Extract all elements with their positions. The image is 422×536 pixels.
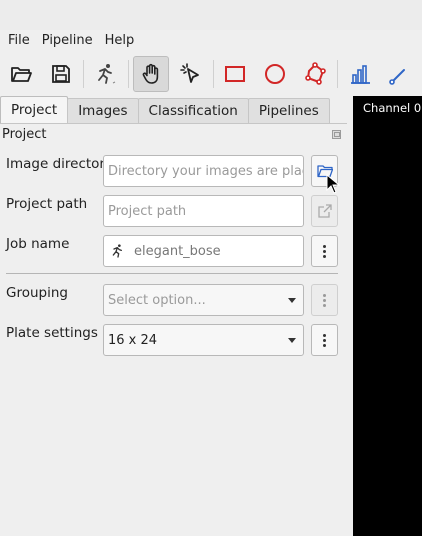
tab-project[interactable]: Project: [0, 96, 69, 123]
plate-settings-value: 16 x 24: [108, 332, 158, 348]
run-icon: [112, 244, 122, 258]
plate-settings-options-button[interactable]: [311, 324, 338, 356]
polygon-tool-button[interactable]: [297, 56, 333, 92]
project-path-input[interactable]: Project path: [103, 195, 304, 227]
title-bar: [0, 0, 422, 30]
pane-title: Project: [2, 127, 47, 142]
app-window: File Pipeline Help Project Images Classi…: [0, 0, 422, 536]
channel-label: Channel 0: [363, 101, 422, 115]
job-name-input[interactable]: elegant_bose: [103, 235, 304, 267]
menu-bar: File Pipeline Help: [0, 30, 422, 51]
menu-help[interactable]: Help: [99, 31, 141, 50]
chevron-down-icon: [288, 338, 296, 343]
open-folder-button[interactable]: [3, 56, 39, 92]
project-pane: Project Image directory Directory your i…: [0, 123, 347, 536]
plate-settings-select[interactable]: 16 x 24: [103, 324, 304, 356]
project-path-row: Project path Project path: [6, 195, 338, 227]
toolbar-separator: [82, 60, 84, 88]
grouping-select[interactable]: Select option...: [103, 284, 304, 316]
open-folder-icon: [11, 67, 32, 82]
tab-images[interactable]: Images: [67, 98, 139, 123]
plate-settings-row: Plate settings 16 x 24: [6, 324, 338, 356]
pan-tool-button[interactable]: [132, 56, 169, 92]
more-options-icon: [323, 244, 326, 258]
menu-file[interactable]: File: [2, 31, 36, 50]
chart-button[interactable]: [342, 56, 378, 92]
save-icon: [51, 65, 70, 83]
external-link-icon: [317, 204, 332, 218]
tab-bar: Project Images Classification Pipelines: [0, 96, 330, 123]
pan-hand-icon: [142, 63, 158, 84]
job-name-row: Job name elegant_bose: [6, 235, 338, 267]
ellipse-icon: [265, 64, 286, 84]
float-pane-button[interactable]: [332, 130, 341, 139]
project-path-label: Project path: [6, 196, 88, 212]
job-name-value: elegant_bose: [134, 243, 221, 259]
select-tool-button[interactable]: [173, 56, 209, 92]
grouping-label: Grouping: [6, 285, 68, 301]
open-external-button[interactable]: [311, 195, 338, 227]
ellipse-tool-button[interactable]: [257, 56, 293, 92]
rectangle-icon: [225, 66, 246, 82]
run-button[interactable]: [88, 56, 124, 92]
bar-chart-icon: [351, 65, 371, 84]
toolbar-separator: [337, 60, 339, 88]
polygon-icon: [305, 62, 327, 85]
job-name-label: Job name: [6, 236, 70, 252]
image-viewer[interactable]: Channel 0: [353, 96, 422, 536]
rectangle-tool-button[interactable]: [218, 56, 254, 92]
menu-pipeline[interactable]: Pipeline: [36, 31, 99, 50]
tab-classification[interactable]: Classification: [137, 98, 249, 123]
toolbar-separator: [212, 60, 214, 88]
more-options-icon: [323, 293, 326, 307]
tab-pipelines[interactable]: Pipelines: [247, 98, 330, 123]
image-directory-row: Image directory Directory your images ar…: [6, 155, 338, 187]
more-options-icon: [323, 333, 326, 347]
image-directory-input[interactable]: Directory your images are place...: [103, 155, 304, 187]
save-button[interactable]: [43, 56, 79, 92]
grouping-row: Grouping Select option...: [6, 284, 338, 316]
edit-line-button[interactable]: [382, 56, 418, 92]
chevron-down-icon: [288, 298, 296, 303]
plate-settings-label: Plate settings: [6, 325, 98, 341]
job-name-options-button[interactable]: [311, 235, 338, 267]
toolbar: [0, 52, 422, 96]
grouping-placeholder: Select option...: [108, 292, 206, 308]
edit-line-icon: [389, 69, 406, 85]
section-divider: [6, 273, 338, 274]
select-pointer-icon: [179, 63, 199, 83]
mouse-cursor-icon: [326, 174, 340, 194]
run-icon: [97, 64, 115, 84]
toolbar-separator: [127, 60, 129, 88]
image-directory-label: Image directory: [6, 156, 113, 172]
grouping-options-button[interactable]: [311, 284, 338, 316]
